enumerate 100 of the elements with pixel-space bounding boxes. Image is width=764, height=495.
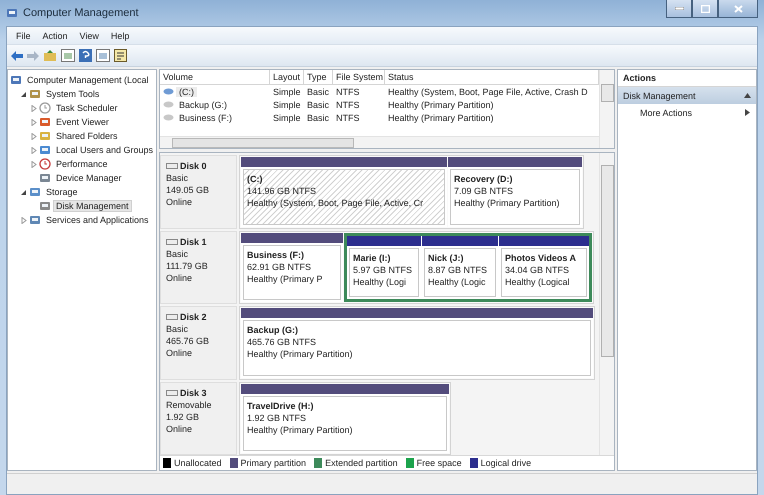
table-cell[interactable]: Backup (G:) bbox=[176, 100, 230, 110]
actions-section[interactable]: Disk Management bbox=[618, 87, 756, 104]
up-folder-icon[interactable] bbox=[43, 50, 57, 62]
back-icon[interactable] bbox=[11, 50, 23, 60]
disk-state: Online bbox=[166, 347, 194, 359]
table-cell[interactable]: Business (F:) bbox=[176, 112, 236, 122]
tree-item[interactable]: Computer Management (Local bbox=[24, 74, 152, 86]
partition-block[interactable]: Nick (J:) 8.87 GB NTFS Healthy (Logic bbox=[422, 236, 498, 299]
disk-size: 149.05 GB bbox=[166, 184, 210, 196]
disk-state: Online bbox=[166, 196, 194, 208]
window-icon bbox=[39, 116, 51, 128]
tree-item[interactable]: Services and Applications bbox=[43, 214, 152, 226]
partition-name: Nick (J:) bbox=[428, 252, 465, 264]
action-item[interactable]: More Actions bbox=[618, 104, 756, 121]
close-button[interactable] bbox=[718, 0, 758, 18]
table-cell-text: Healthy (System, Boot, Page File, Active, Crash D bbox=[387, 86, 589, 96]
menu-item[interactable]: Help bbox=[106, 30, 134, 40]
tree-item[interactable]: System Tools bbox=[43, 88, 102, 100]
table-cell[interactable]: (C:) bbox=[176, 86, 197, 96]
tree-item[interactable]: Event Viewer bbox=[53, 116, 112, 128]
partition-name: Photos Videos A bbox=[505, 252, 578, 264]
vertical-scrollbar[interactable] bbox=[599, 153, 614, 455]
partition-size: 34.04 GB NTFS bbox=[505, 264, 570, 276]
partition-name: Business (F:) bbox=[247, 248, 306, 260]
partition-status: Healthy (Primary Partition) bbox=[247, 348, 354, 360]
column-header[interactable]: Layout bbox=[270, 70, 304, 84]
table-cell-text: Healthy (Primary Partition) bbox=[387, 112, 495, 122]
minimize-icon bbox=[674, 7, 684, 10]
table-cell-text: Simple bbox=[272, 112, 302, 122]
partition-status: Healthy (Primary P bbox=[247, 272, 324, 284]
partition-block[interactable]: Marie (I:) 5.97 GB NTFS Healthy (Logi bbox=[347, 236, 421, 299]
partition-block[interactable]: Recovery (D:) 7.09 GB NTFS Healthy (Primary Partition) bbox=[448, 157, 582, 226]
disk-size: 111.79 GB bbox=[166, 260, 209, 272]
disk-name: Disk 2 bbox=[180, 311, 207, 323]
table-cell-text: NTFS bbox=[335, 100, 360, 110]
expander-icon[interactable] bbox=[20, 90, 27, 98]
table-cell-text: NTFS bbox=[335, 86, 360, 96]
minimize-button[interactable] bbox=[666, 0, 692, 18]
menu-item[interactable]: File bbox=[11, 30, 36, 40]
tree-item[interactable]: Task Scheduler bbox=[53, 102, 121, 114]
tree-item[interactable]: Shared Folders bbox=[53, 130, 121, 142]
disk-info-panel[interactable]: Disk 1 Basic 111.79 GB Online bbox=[160, 230, 237, 304]
partition-name: Recovery (D:) bbox=[454, 173, 514, 185]
legend-label: Primary partition bbox=[240, 458, 306, 468]
panel-icon[interactable] bbox=[61, 49, 75, 62]
partition-block[interactable]: (C:) 141.96 GB NTFS Healthy (System, Boot, Page File, Active, Cr bbox=[241, 157, 447, 226]
column-header[interactable]: File System bbox=[333, 70, 385, 84]
partition-block[interactable]: Photos Videos A 34.04 GB NTFS Healthy (Logical bbox=[499, 236, 589, 299]
disk-info-panel[interactable]: Disk 3 Removable 1.92 GB Online bbox=[160, 382, 237, 455]
horizontal-scrollbar[interactable] bbox=[160, 136, 599, 148]
maximize-icon bbox=[700, 4, 710, 12]
tree-item[interactable]: Local Users and Groups bbox=[53, 144, 156, 156]
disk-name: Disk 0 bbox=[180, 160, 207, 172]
disk-type: Basic bbox=[166, 172, 190, 184]
tree-item[interactable]: Performance bbox=[53, 158, 111, 170]
disk-size: 465.76 GB bbox=[166, 335, 210, 347]
partition-status: Healthy (System, Boot, Page File, Active, Cr bbox=[247, 197, 424, 209]
partition-name: (C:) bbox=[247, 173, 264, 185]
disk-name: Disk 3 bbox=[180, 386, 207, 398]
help-icon[interactable] bbox=[79, 49, 92, 62]
menu-item[interactable]: View bbox=[74, 30, 104, 40]
partition-size: 141.96 GB NTFS bbox=[247, 185, 318, 197]
table-cell-text: Simple bbox=[272, 100, 302, 110]
legend-label: Extended partition bbox=[325, 458, 398, 468]
disk-type: Removable bbox=[166, 398, 213, 410]
tree-item[interactable]: Disk Management bbox=[53, 200, 132, 212]
table-cell-text: Simple bbox=[272, 86, 302, 96]
submenu-arrow-icon[interactable] bbox=[744, 109, 751, 116]
column-header[interactable]: Volume bbox=[160, 70, 270, 84]
table-cell-text: Healthy (Primary Partition) bbox=[387, 100, 495, 110]
menu-item[interactable]: Action bbox=[38, 30, 73, 40]
column-header[interactable]: Type bbox=[304, 70, 333, 84]
expander-icon[interactable] bbox=[20, 188, 27, 196]
table-cell-text: Basic bbox=[306, 112, 330, 122]
legend-label: Unallocated bbox=[174, 458, 222, 468]
properties-icon[interactable] bbox=[114, 49, 127, 62]
table-cell-text: Basic bbox=[306, 100, 330, 110]
partition-size: 465.76 GB NTFS bbox=[247, 336, 318, 348]
table-cell-text: NTFS bbox=[335, 112, 360, 122]
tree-item[interactable]: Storage bbox=[43, 186, 81, 198]
disk-state: Online bbox=[166, 272, 194, 284]
window-icon bbox=[39, 172, 51, 184]
table-cell-text: Basic bbox=[306, 86, 330, 96]
close-icon bbox=[734, 4, 742, 12]
disk-state: Online bbox=[166, 422, 194, 434]
partition-size: 62.91 GB NTFS bbox=[247, 260, 312, 272]
window-title: Computer Management bbox=[23, 7, 139, 19]
partition-size: 8.87 GB NTFS bbox=[428, 264, 488, 276]
partition-block[interactable]: TravelDrive (H:) 1.92 GB NTFS Healthy (Primary Partition) bbox=[241, 384, 449, 453]
partition-block[interactable]: Business (F:) 62.91 GB NTFS Healthy (Primary P bbox=[241, 232, 343, 302]
vertical-scrollbar[interactable] bbox=[599, 70, 614, 148]
partition-name: Backup (G:) bbox=[247, 324, 300, 336]
panel-icon[interactable] bbox=[96, 49, 110, 62]
maximize-button[interactable] bbox=[692, 0, 718, 18]
disk-info-panel[interactable]: Disk 0 Basic 149.05 GB Online bbox=[160, 155, 237, 228]
disk-info-panel[interactable]: Disk 2 Basic 465.76 GB Online bbox=[160, 306, 237, 380]
tree-item[interactable]: Device Manager bbox=[53, 172, 125, 184]
partition-block[interactable]: Backup (G:) 465.76 GB NTFS Healthy (Primary Partition) bbox=[241, 308, 593, 378]
partition-size: 7.09 GB NTFS bbox=[454, 185, 514, 197]
collapse-icon[interactable] bbox=[744, 92, 751, 99]
